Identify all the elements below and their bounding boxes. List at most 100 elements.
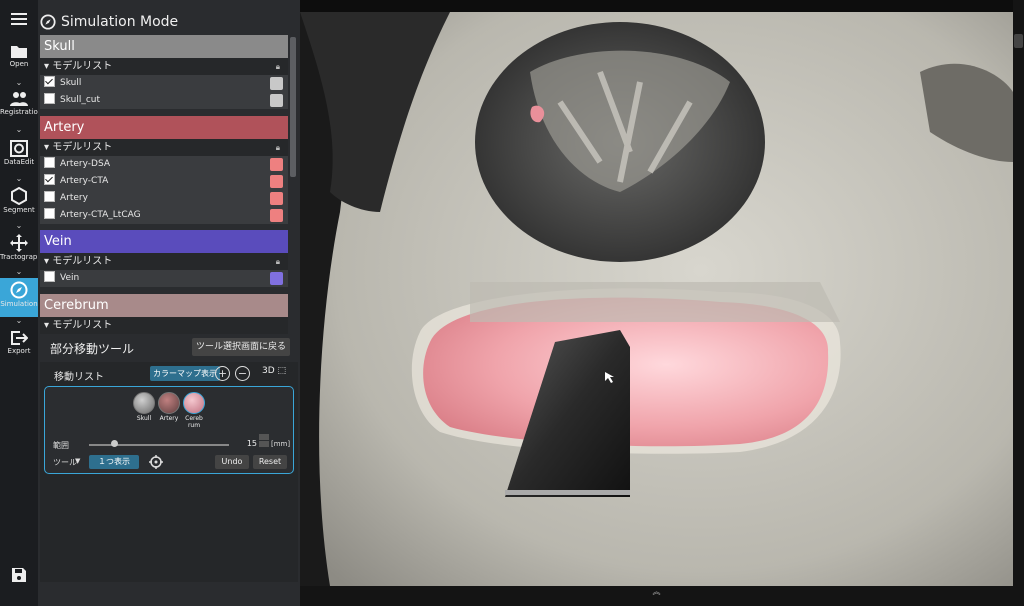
chevron-down-icon[interactable]: ⌄ — [0, 268, 38, 276]
color-swatch[interactable] — [270, 158, 283, 171]
colormap-button[interactable]: カラーマップ表示 — [150, 366, 220, 381]
checkbox[interactable] — [44, 93, 55, 104]
model-list: Skull ▾ モデルリスト 🔒︎ Skull Skull_cut Artery … — [40, 35, 288, 334]
object-skull[interactable]: Skull — [131, 392, 157, 422]
checkbox[interactable] — [44, 174, 55, 185]
checkbox[interactable] — [44, 271, 55, 282]
range-stepper[interactable] — [259, 434, 269, 448]
side-toggle-button[interactable] — [1014, 34, 1023, 48]
show-one-button[interactable]: １つ表示 — [89, 455, 139, 469]
save-icon — [12, 568, 26, 582]
reset-button[interactable]: Reset — [253, 455, 287, 469]
data-edit-icon — [10, 140, 28, 157]
range-unit: [mm] — [271, 440, 291, 448]
stepper-up-icon[interactable] — [259, 434, 269, 440]
item-label: Artery-CTA_LtCAG — [60, 210, 141, 220]
object-cerebrum[interactable]: Cerebrum — [181, 392, 207, 429]
color-swatch[interactable] — [270, 77, 283, 90]
hamburger-menu-icon[interactable] — [0, 12, 38, 26]
move-list-card: Skull Artery Cerebrum 範囲 15 [mm] ツール ▼ １… — [44, 386, 294, 474]
range-slider[interactable] — [89, 444, 229, 446]
view-3d-toggle[interactable]: 3D ⬚ — [262, 366, 286, 376]
rail-open-label: Open — [9, 60, 29, 68]
stepper-down-icon[interactable] — [259, 441, 269, 447]
list-item[interactable]: Artery-CTA — [40, 173, 288, 190]
side-panel: Simulation Mode Skull ▾ モデルリスト 🔒︎ Skull S… — [38, 0, 300, 606]
rail-simulation-button[interactable]: Simulation — [0, 278, 38, 317]
save-button[interactable] — [0, 567, 38, 583]
add-icon[interactable]: + — [215, 366, 230, 381]
item-label: Artery — [60, 193, 88, 203]
color-swatch[interactable] — [270, 192, 283, 205]
color-swatch[interactable] — [270, 94, 283, 107]
chevron-down-icon[interactable]: ⌄ — [0, 317, 38, 325]
list-item[interactable]: Artery — [40, 190, 288, 207]
object-artery[interactable]: Artery — [156, 392, 182, 422]
scrollbar-thumb[interactable] — [290, 37, 296, 177]
group-header-skull[interactable]: Skull — [40, 35, 288, 58]
lock-icon[interactable]: 🔒︎ — [276, 253, 280, 270]
model-list-label: モデルリスト — [52, 61, 113, 72]
color-swatch[interactable] — [270, 272, 283, 285]
lock-icon[interactable]: 🔒︎ — [276, 139, 280, 156]
group-name: Skull — [44, 39, 75, 54]
list-item[interactable]: Vein — [40, 270, 288, 287]
checkbox[interactable] — [44, 76, 55, 87]
item-label: Vein — [60, 273, 80, 283]
object-name: Cerebrum — [185, 415, 203, 429]
partial-move-tool: 移動リスト カラーマップ表示 + − 3D ⬚ Skull Artery Cer… — [40, 362, 298, 582]
rail-tractography-button[interactable]: Tractography — [0, 234, 38, 261]
cube-icon: ⬚ — [277, 366, 287, 376]
group-header-cerebrum[interactable]: Cerebrum — [40, 294, 288, 317]
model-list-header[interactable]: ▾ モデルリスト 🔒︎ — [40, 58, 288, 75]
chevron-down-icon[interactable]: ⌄ — [0, 175, 38, 183]
target-icon[interactable] — [149, 454, 163, 473]
range-value[interactable]: 15 — [241, 439, 257, 449]
tool-dropdown-icon[interactable]: ▼ — [75, 457, 80, 465]
chevron-down-icon[interactable]: ⌄ — [0, 222, 38, 230]
rail-segment-button[interactable]: Segment — [0, 187, 38, 214]
rail-segment-label: Segment — [3, 206, 35, 214]
rail-export-button[interactable]: Export — [0, 330, 38, 355]
panel-title: Simulation Mode — [40, 8, 178, 36]
rail-dataedit-button[interactable]: DataEdit — [0, 140, 38, 166]
undo-button[interactable]: Undo — [215, 455, 249, 469]
artery-icon — [158, 392, 180, 414]
people-icon — [10, 92, 28, 106]
remove-icon[interactable]: − — [235, 366, 250, 381]
rail-open-button[interactable]: Open — [0, 44, 38, 68]
model-list-header[interactable]: ▾ モデルリスト — [40, 317, 288, 334]
list-item[interactable]: Skull — [40, 75, 288, 92]
group-header-artery[interactable]: Artery — [40, 116, 288, 139]
move-list-label: 移動リスト — [54, 372, 104, 383]
group-header-vein[interactable]: Vein — [40, 230, 288, 253]
model-list-scrollbar[interactable] — [288, 35, 298, 334]
checkbox[interactable] — [44, 157, 55, 168]
3d-viewport[interactable] — [300, 12, 1013, 586]
rail-dataedit-label: DataEdit — [3, 158, 35, 166]
color-swatch[interactable] — [270, 175, 283, 188]
model-list-label: モデルリスト — [52, 142, 113, 153]
back-to-tool-select-button[interactable]: ツール選択画面に戻る — [191, 338, 290, 356]
list-item[interactable]: Artery-DSA — [40, 156, 288, 173]
tool-label: ツール — [53, 458, 77, 467]
skull-render — [300, 12, 1013, 586]
rail-registration-label: Registration — [0, 108, 38, 116]
viewport-top-bar — [300, 0, 1013, 12]
expand-up-icon[interactable]: ︽ — [653, 587, 661, 596]
lock-icon[interactable]: 🔒︎ — [276, 58, 280, 75]
model-list-label: モデルリスト — [52, 256, 113, 267]
chevron-down-icon[interactable]: ⌄ — [0, 126, 38, 134]
checkbox[interactable] — [44, 191, 55, 202]
model-list-header[interactable]: ▾ モデルリスト 🔒︎ — [40, 253, 288, 270]
model-list-header[interactable]: ▾ モデルリスト 🔒︎ — [40, 139, 288, 156]
color-swatch[interactable] — [270, 209, 283, 222]
list-item[interactable]: Artery-CTA_LtCAG — [40, 207, 288, 224]
chevron-down-icon[interactable]: ⌄ — [0, 79, 38, 87]
model-list-label: モデルリスト — [52, 320, 113, 331]
checkbox[interactable] — [44, 208, 55, 219]
rail-registration-button[interactable]: Registration — [0, 91, 38, 116]
object-name: Artery — [159, 415, 179, 422]
rail-tractography-label: Tractography — [0, 253, 38, 261]
list-item[interactable]: Skull_cut — [40, 92, 288, 109]
